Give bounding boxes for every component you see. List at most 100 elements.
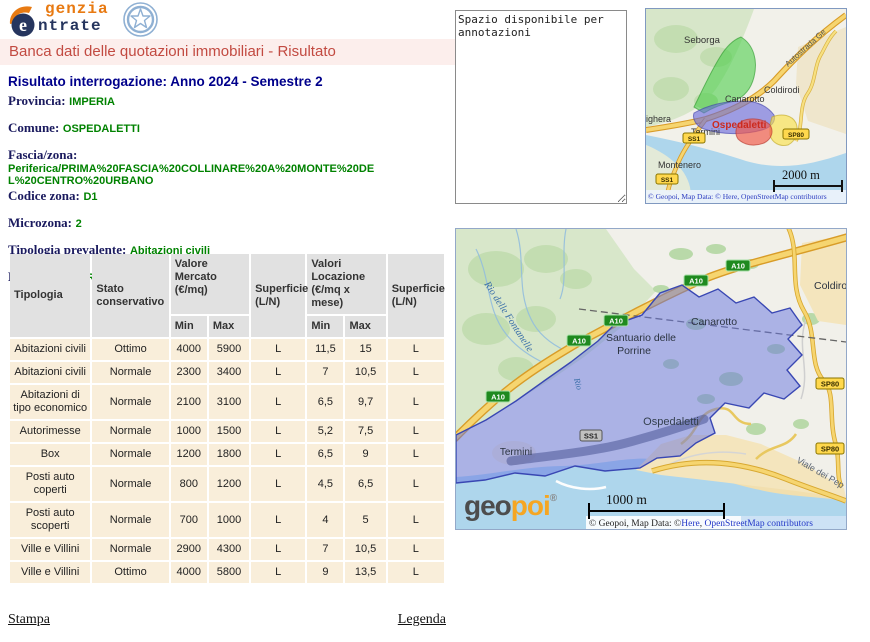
cell-stato: Ottimo <box>92 339 168 360</box>
label-coldirodi: Coldirodi <box>814 280 846 292</box>
label-santuario-line1: Santuario delle <box>606 332 676 344</box>
cell-vl-min: 7 <box>307 362 343 383</box>
cell-vm-min: 1200 <box>171 444 207 465</box>
footer-links: Stampa Legenda <box>8 612 446 628</box>
entrate-logo-icon: e <box>8 3 42 38</box>
cell-stato: Normale <box>92 539 168 560</box>
svg-text:SP80: SP80 <box>821 380 839 389</box>
cell-superficie-1: L <box>251 467 305 501</box>
svg-text:A10: A10 <box>731 262 745 271</box>
a10-badge: A10 <box>684 275 708 286</box>
field-comune: Comune: OSPEDALETTI <box>8 120 452 136</box>
cell-superficie-1: L <box>251 421 305 442</box>
label-santuario-line2: Porrine <box>617 345 651 357</box>
geopoi-logo: geopoi® <box>464 490 558 521</box>
cell-superficie-2: L <box>388 562 444 583</box>
page-root: e genzia ntrate Banca dati delle quotazi… <box>0 0 870 642</box>
legenda-link[interactable]: Legenda <box>398 612 446 628</box>
label-coldirodi: Coldirodi <box>764 85 800 95</box>
result-value: Anno 2024 - Semestre 2 <box>170 74 322 89</box>
logo-e-letter: e <box>19 15 27 35</box>
col-header-valori-locazione: Valori Locazione (€/mq x mese) <box>307 254 385 314</box>
cell-vl-max: 6,5 <box>345 467 385 501</box>
cell-tipologia: Abitazioni civili <box>10 362 90 383</box>
cell-tipologia: Abitazioni civili <box>10 339 90 360</box>
sp80-badge: SP80 <box>816 443 844 454</box>
col-header-max-mercato: Max <box>209 316 249 337</box>
table-row: Ville e VilliniNormale29004300L710,5L <box>10 539 444 560</box>
field-provincia: Provincia: IMPERIA <box>8 93 452 109</box>
label-canarotto: Canarotto <box>725 94 765 104</box>
cell-superficie-2: L <box>388 421 444 442</box>
label-canarotto: Canarotto <box>691 316 737 328</box>
cell-superficie-1: L <box>251 562 305 583</box>
fascia-value: Periferica/PRIMA%20FASCIA%20COLLINARE%20… <box>8 163 390 187</box>
cell-vl-max: 10,5 <box>345 362 385 383</box>
table-header-row: Tipologia Stato conservativo Valore Merc… <box>10 254 444 314</box>
cell-vm-max: 1200 <box>209 467 249 501</box>
cell-tipologia: Box <box>10 444 90 465</box>
table-row: BoxNormale12001800L6,59L <box>10 444 444 465</box>
map-attribution: © Geopoi, Map Data: ©Here, OpenStreetMap… <box>589 518 813 529</box>
field-microzona: Microzona: 2 <box>8 215 452 231</box>
table-row: Ville e VilliniOttimo40005800L913,5L <box>10 562 444 583</box>
cell-superficie-1: L <box>251 444 305 465</box>
republic-emblem-icon <box>122 1 159 38</box>
ss1-badge: SS1 <box>656 174 678 184</box>
provincia-label: Provincia: <box>8 93 66 108</box>
detail-map[interactable]: Rio delle Fontanelle Rio Santuario delle… <box>455 228 847 530</box>
cell-stato: Normale <box>92 362 168 383</box>
stampa-link[interactable]: Stampa <box>8 612 50 628</box>
svg-text:A10: A10 <box>491 393 505 402</box>
cell-vm-max: 4300 <box>209 539 249 560</box>
cell-vm-max: 1800 <box>209 444 249 465</box>
table-row: AutorimesseNormale10001500L5,27,5L <box>10 421 444 442</box>
label-seborga: Seborga <box>684 35 721 46</box>
col-header-tipologia: Tipologia <box>10 254 90 337</box>
cell-superficie-2: L <box>388 362 444 383</box>
col-header-valore-mercato: Valore Mercato (€/mq) <box>171 254 249 314</box>
microzona-value: 2 <box>76 218 82 230</box>
provincia-value: IMPERIA <box>69 96 115 108</box>
cell-vl-min: 11,5 <box>307 339 343 360</box>
cell-vm-max: 3100 <box>209 385 249 419</box>
cell-stato: Normale <box>92 421 168 442</box>
svg-text:A10: A10 <box>689 277 703 286</box>
scale-label: 2000 m <box>782 168 820 182</box>
comune-label: Comune: <box>8 120 59 135</box>
cell-vm-min: 2100 <box>171 385 207 419</box>
cell-vl-min: 9 <box>307 562 343 583</box>
label-termini: Termini <box>500 447 532 458</box>
annotations-textarea[interactable]: Spazio disponibile per annotazioni <box>455 10 627 204</box>
a10-badge: A10 <box>604 315 628 326</box>
map-attribution: © Geopoi, Map Data: © Here, OpenStreetMa… <box>648 192 827 201</box>
codice-value: D1 <box>83 191 97 203</box>
cell-stato: Normale <box>92 385 168 419</box>
svg-text:SP80: SP80 <box>821 445 839 454</box>
cell-superficie-2: L <box>388 539 444 560</box>
comune-value: OSPEDALETTI <box>63 123 140 135</box>
cell-tipologia: Posti auto coperti <box>10 467 90 501</box>
cell-tipologia: Posti auto scoperti <box>10 503 90 537</box>
cell-vm-max: 5800 <box>209 562 249 583</box>
col-header-min-mercato: Min <box>171 316 207 337</box>
cell-vl-max: 9 <box>345 444 385 465</box>
svg-text:A10: A10 <box>609 317 623 326</box>
cell-stato: Normale <box>92 503 168 537</box>
col-header-max-locazione: Max <box>345 316 385 337</box>
cell-vm-max: 1500 <box>209 421 249 442</box>
ss1-badge: SS1 <box>683 133 705 143</box>
overview-map[interactable]: Seborga Coldirodi Canarotto Ospedaletti … <box>645 8 847 204</box>
cell-vl-min: 6,5 <box>307 444 343 465</box>
agenzia-entrate-logo[interactable]: e genzia ntrate <box>8 1 168 39</box>
cell-vm-min: 700 <box>171 503 207 537</box>
logo-word-entrate: ntrate <box>38 18 109 35</box>
cell-tipologia: Abitazioni di tipo economico <box>10 385 90 419</box>
cell-vl-max: 7,5 <box>345 421 385 442</box>
cell-vl-min: 4 <box>307 503 343 537</box>
cell-superficie-2: L <box>388 385 444 419</box>
col-header-min-locazione: Min <box>307 316 343 337</box>
cell-vm-min: 800 <box>171 467 207 501</box>
cell-vm-min: 1000 <box>171 421 207 442</box>
cell-vm-max: 1000 <box>209 503 249 537</box>
